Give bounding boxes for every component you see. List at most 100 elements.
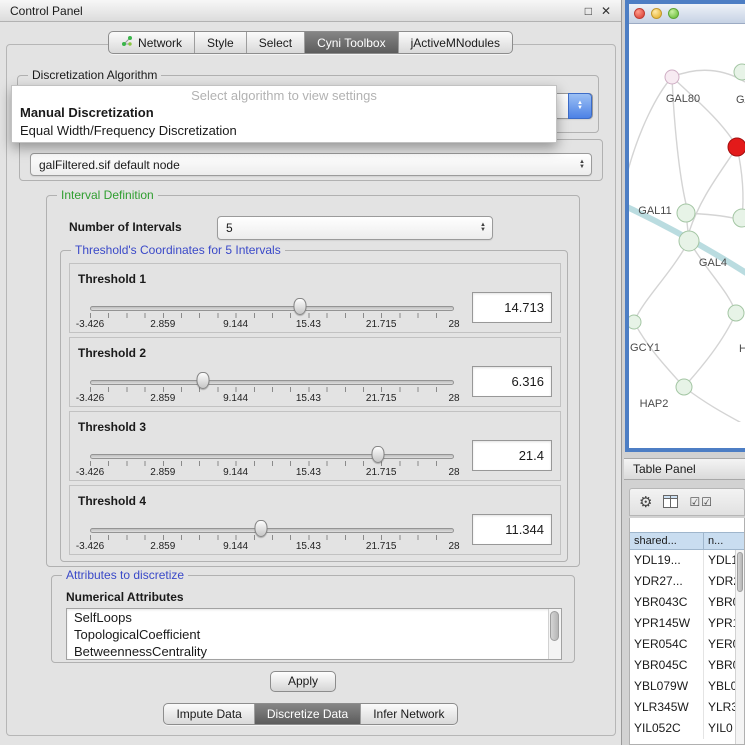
table-row[interactable]: YDR27...YDR2 — [630, 571, 735, 592]
slider-thumb[interactable] — [255, 520, 268, 537]
menu-header-item: Select algorithm to view settings — [12, 86, 556, 104]
close-traffic-light-icon[interactable] — [634, 8, 645, 19]
scale-tick-label: 15.43 — [296, 319, 321, 330]
threshold-value-field[interactable]: 14.713 — [472, 292, 552, 323]
slider-track[interactable] — [90, 306, 454, 311]
scale-tick-label: 21.715 — [366, 541, 397, 552]
tab-impute-data[interactable]: Impute Data — [164, 704, 253, 724]
number-of-intervals-combo[interactable]: 5 ▲▼ — [217, 216, 493, 240]
table-header-row: shared... n... — [630, 532, 744, 550]
network-node[interactable] — [676, 379, 692, 395]
slider-thumb[interactable] — [196, 372, 209, 389]
number-of-intervals-value: 5 — [226, 221, 233, 235]
slider-tick-marks — [90, 387, 454, 392]
discretization-algorithm-group-title: Discretization Algorithm — [28, 68, 161, 82]
threshold-value-field[interactable]: 11.344 — [472, 514, 552, 545]
gear-icon[interactable]: ⚙ — [639, 495, 652, 510]
tab-label: Cyni Toolbox — [317, 36, 385, 50]
columns-icon[interactable] — [663, 495, 678, 510]
float-window-icon[interactable]: □ — [585, 4, 592, 18]
tab-jactivemnodules[interactable]: jActiveMNodules — [398, 32, 512, 53]
scale-tick-label: 2.859 — [150, 467, 175, 478]
tab-discretize-data[interactable]: Discretize Data — [254, 704, 360, 724]
slider-thumb[interactable] — [294, 298, 307, 315]
slider-track[interactable] — [90, 454, 454, 459]
table-row[interactable]: YER054CYER0 — [630, 634, 735, 655]
table-data-combo[interactable]: galFiltered.sif default node ▲▼ — [30, 153, 592, 176]
network-edge[interactable] — [737, 147, 743, 218]
threshold-1-slider[interactable]: -3.4262.8599.14415.4321.71528 — [90, 294, 454, 334]
scale-tick-label: 21.715 — [366, 319, 397, 330]
table-scrollbar[interactable] — [735, 550, 744, 744]
network-window-titlebar[interactable] — [629, 4, 745, 24]
attribute-list-item[interactable]: BetweennessCentrality — [67, 643, 561, 660]
close-window-icon[interactable]: ✕ — [601, 4, 611, 18]
threshold-4-slider[interactable]: -3.4262.8599.14415.4321.71528 — [90, 516, 454, 556]
table-row[interactable]: YBR045CYBR0 — [630, 655, 735, 676]
tab-style[interactable]: Style — [194, 32, 246, 53]
network-edge[interactable] — [684, 387, 745, 422]
threshold-3-slider[interactable]: -3.4262.8599.14415.4321.71528 — [90, 442, 454, 482]
slider-thumb[interactable] — [371, 446, 384, 463]
network-node[interactable] — [679, 231, 699, 251]
zoom-traffic-light-icon[interactable] — [668, 8, 679, 19]
attributes-group: Attributes to discretize Numerical Attri… — [51, 575, 575, 663]
combo-stepper-icon[interactable]: ▲▼ — [579, 160, 585, 170]
network-edge[interactable] — [672, 77, 737, 147]
network-edge[interactable] — [629, 77, 672, 174]
slider-track[interactable] — [90, 528, 454, 533]
threshold-label: Threshold 1 — [78, 272, 146, 286]
network-edge[interactable] — [634, 322, 684, 387]
table-row[interactable]: YDL19...YDL1 — [630, 550, 735, 571]
tab-label: Infer Network — [373, 707, 444, 721]
table-data-group: Table Data galFiltered.sif default node … — [19, 139, 603, 181]
tab-infer-network[interactable]: Infer Network — [360, 704, 456, 724]
tab-network[interactable]: Network — [109, 32, 194, 53]
threshold-value-field[interactable]: 21.4 — [472, 440, 552, 471]
table-row[interactable]: YPR145WYPR1 — [630, 613, 735, 634]
attribute-list-item[interactable]: SelfLoops — [67, 609, 561, 626]
network-node[interactable] — [665, 70, 679, 84]
tab-cyni-toolbox[interactable]: Cyni Toolbox — [304, 32, 397, 53]
scale-tick-label: 28 — [448, 393, 459, 404]
slider-track[interactable] — [90, 380, 454, 385]
table-row[interactable]: YIL052CYIL0 — [630, 718, 735, 739]
scale-tick-label: 2.859 — [150, 319, 175, 330]
selected-network-node[interactable] — [728, 138, 745, 156]
scale-tick-label: 9.144 — [223, 467, 248, 478]
tab-select[interactable]: Select — [246, 32, 304, 53]
table-row[interactable]: YBL079WYBL0 — [630, 676, 735, 697]
network-edge[interactable] — [684, 313, 736, 387]
table-cell: YBL0 — [704, 676, 735, 697]
select-all-checkbox-icon[interactable]: ☑☑ — [689, 496, 713, 508]
list-scrollbar[interactable] — [548, 609, 561, 659]
scrollbar-thumb[interactable] — [737, 552, 743, 592]
menu-item-manual-discretization[interactable]: Manual Discretization — [12, 104, 556, 122]
apply-button[interactable]: Apply — [270, 671, 336, 692]
slider-scale: -3.4262.8599.14415.4321.71528 — [90, 319, 454, 331]
threshold-value-field[interactable]: 6.316 — [472, 366, 552, 397]
combo-stepper-icon[interactable]: ▲▼ — [480, 223, 486, 233]
table-cell: YDL19... — [630, 550, 704, 571]
threshold-2-slider[interactable]: -3.4262.8599.14415.4321.71528 — [90, 368, 454, 408]
network-node[interactable] — [728, 305, 744, 321]
combo-arrows-icon[interactable]: ▲▼ — [568, 93, 592, 119]
network-edge[interactable] — [634, 241, 689, 322]
attribute-list-item[interactable]: TopologicalCoefficient — [67, 626, 561, 643]
numerical-attributes-list[interactable]: SelfLoopsTopologicalCoefficientBetweenne… — [66, 608, 562, 660]
network-edge[interactable] — [689, 147, 737, 232]
menu-item-equal-width-frequency[interactable]: Equal Width/Frequency Discretization — [12, 122, 556, 140]
table-row[interactable]: YBR043CYBR0 — [630, 592, 735, 613]
scrollbar-thumb[interactable] — [550, 611, 559, 641]
network-node[interactable] — [733, 209, 745, 227]
tab-label: Select — [259, 36, 292, 50]
network-node[interactable] — [629, 315, 641, 329]
column-header-name[interactable]: n... — [704, 532, 744, 550]
network-canvas[interactable]: GAL80 GA GAL11 GAL4 GCY1 H HAP2 — [629, 24, 745, 422]
column-header-shared-name[interactable]: shared... — [630, 532, 704, 550]
minimize-traffic-light-icon[interactable] — [651, 8, 662, 19]
top-segmented-control: Network Style Select Cyni Toolbox jActiv… — [108, 31, 513, 54]
network-node[interactable] — [677, 204, 695, 222]
network-node[interactable] — [734, 64, 745, 80]
table-row[interactable]: YLR345WYLR3 — [630, 697, 735, 718]
